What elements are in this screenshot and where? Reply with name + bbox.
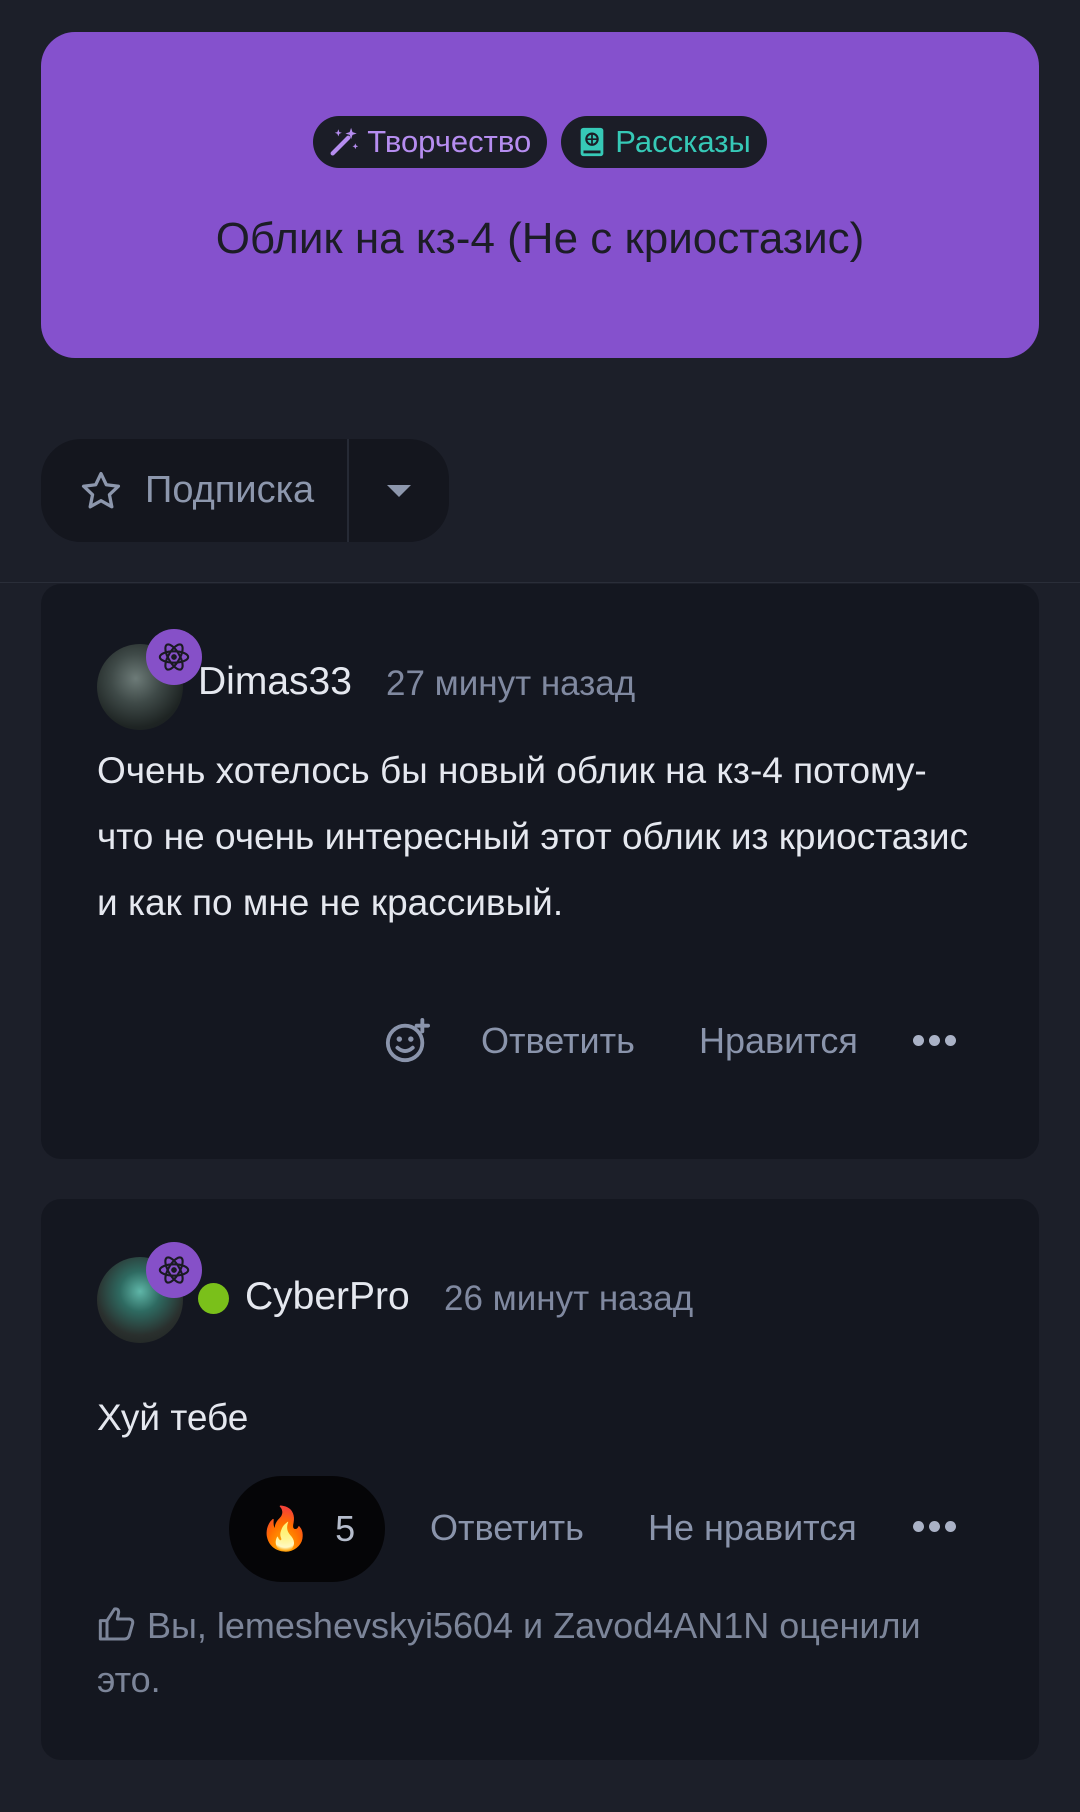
more-options-button[interactable] <box>913 1035 956 1046</box>
caret-down-icon <box>387 484 411 497</box>
tag-stories[interactable]: Рассказы <box>561 116 767 168</box>
comment-card: Dimas33 27 минут назад Очень хотелось бы… <box>41 584 1039 1159</box>
reaction-fire-button[interactable]: 🔥 5 <box>229 1476 385 1582</box>
star-icon <box>81 471 121 508</box>
user-badge <box>146 1242 202 1298</box>
reply-button[interactable]: Ответить <box>430 1507 584 1549</box>
username[interactable]: Dimas33 <box>198 660 352 704</box>
thread-title: Облик на кз-4 (Не с криостазис) <box>215 214 865 263</box>
tag-creativity[interactable]: Творчество <box>313 116 548 168</box>
fire-emoji-icon: 🔥 <box>258 1504 312 1552</box>
username[interactable]: CyberPro <box>245 1275 410 1319</box>
comment-text: Очень хотелось бы новый облик на кз-4 по… <box>97 750 969 923</box>
tag-label: Рассказы <box>615 124 751 159</box>
add-reaction-icon[interactable] <box>384 1018 430 1064</box>
follow-label: Подписка <box>145 469 315 511</box>
magic-wand-icon <box>330 127 359 156</box>
likes-summary[interactable]: Вы, lemeshevskyi5604 и Zavod4AN1N оценил… <box>97 1599 977 1707</box>
thumbs-up-icon <box>98 1607 135 1641</box>
atom-icon <box>158 1256 190 1284</box>
user-badge <box>146 629 202 685</box>
timestamp: 27 минут назад <box>386 664 636 703</box>
timestamp: 26 минут назад <box>444 1279 694 1318</box>
atom-icon <box>158 643 190 671</box>
likes-summary-text: Вы, lemeshevskyi5604 и Zavod4AN1N оценил… <box>97 1605 921 1700</box>
follow-button[interactable]: Подписка <box>41 439 347 542</box>
follow-button-group: Подписка <box>41 439 449 542</box>
reply-button[interactable]: Ответить <box>481 1020 635 1062</box>
online-status-indicator <box>198 1283 229 1314</box>
comment-card: CyberPro 26 минут назад Хуй тебе 🔥 5 Отв… <box>41 1199 1039 1760</box>
tag-label: Творчество <box>367 124 532 159</box>
like-button[interactable]: Нравится <box>699 1020 858 1062</box>
divider <box>0 582 1080 583</box>
comment-text: Хуй тебе <box>97 1397 249 1438</box>
more-options-button[interactable] <box>913 1521 956 1532</box>
tag-list: Творчество Рассказы <box>41 116 1039 168</box>
dislike-button[interactable]: Не нравится <box>648 1507 857 1549</box>
reaction-count: 5 <box>335 1508 356 1549</box>
thread-header: Творчество Рассказы Облик на кз-4 (Не с … <box>41 32 1039 358</box>
book-icon <box>580 127 604 157</box>
follow-menu-button[interactable] <box>349 439 449 542</box>
